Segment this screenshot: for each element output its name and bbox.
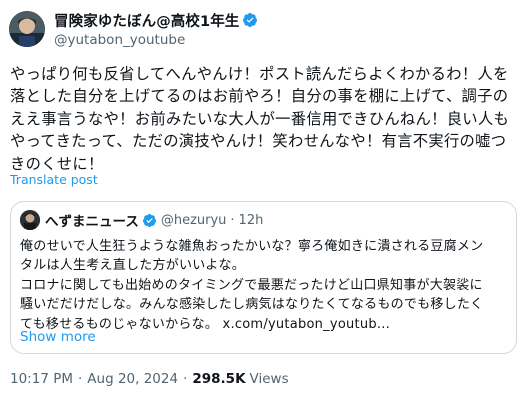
quoted-text-line: タルは人生考え直した方がいいよな。 [20,258,245,274]
quoted-post-text: 俺のせいで人生狂うような雑魚おったかいな？寧ろ俺如きに潰される豆腐メン タルは人… [20,237,506,334]
quoted-post-header: へずまニュース @hezuryu · 12h [20,210,263,230]
show-more-link[interactable]: Show more [20,329,96,345]
quoted-post-link[interactable]: x.com/yutabon_youtub... [223,317,391,332]
translate-post-link[interactable]: Translate post [10,172,98,187]
quoted-text-line: コロナに関しても出始めのタイミングで最悪だったけど山口県知事が大袈裟に [20,277,483,293]
tweet-text: やっぱり何も反省してへんやんけ！ポスト読んだらよくわかるわ！人を落とした自分を上… [10,65,510,173]
views-count[interactable]: 298.5K [192,371,245,387]
quoted-author-handle[interactable]: @hezuryu [161,213,227,228]
separator-dot: · [183,371,188,387]
quoted-post-time[interactable]: 12h [239,213,264,228]
quoted-text-line: 俺のせいで人生狂うような雑魚おったかいな？寧ろ俺如きに潰される豆腐メン [20,239,484,254]
verified-badge-icon [243,13,258,27]
views-label: Views [249,371,289,387]
post-metadata: 10:17 PM · Aug 20, 2024 · 298.5K Views [10,371,289,387]
quoted-author-name[interactable]: へずまニュース [45,210,139,230]
quoted-post[interactable]: へずまニュース @hezuryu · 12h 俺のせいで人生狂うような雑魚おった… [10,201,517,354]
verified-badge-icon [142,213,156,227]
separator-dot: · [78,371,83,387]
author-handle[interactable]: @yutabon_youtube [54,32,258,48]
post-date[interactable]: Aug 20, 2024 [87,371,178,387]
tweet-header: 冒険家ゆたぼん@高校1年生 @yutabon_youtube [9,9,258,49]
author-avatar[interactable] [9,11,45,47]
author-display-name[interactable]: 冒険家ゆたぼん@高校1年生 [54,10,239,31]
separator-dot: · [230,212,235,228]
post-time[interactable]: 10:17 PM [10,371,73,387]
quoted-author-avatar[interactable] [20,210,40,230]
quoted-text-line: 騒いだだけだしな。みんな感染したし病気はなりたくてなるものでも移したく [20,297,484,313]
